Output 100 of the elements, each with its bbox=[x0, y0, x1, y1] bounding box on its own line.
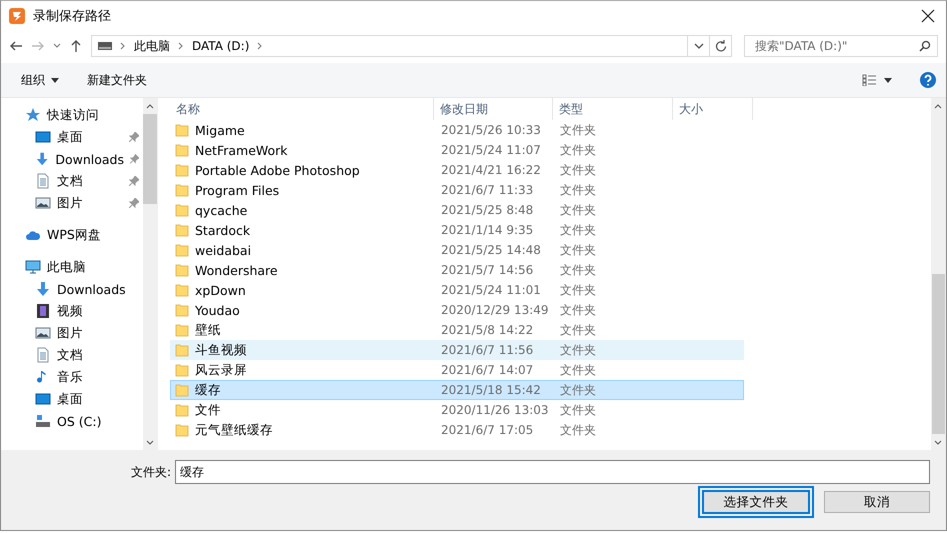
scrollbar-thumb[interactable] bbox=[932, 274, 945, 434]
file-name: 文件 bbox=[195, 402, 221, 418]
file-name: weidabai bbox=[195, 242, 252, 258]
help-icon[interactable] bbox=[920, 70, 936, 90]
file-type: 文件夹 bbox=[559, 382, 597, 398]
modified-date: 2020/11/26 13:03 bbox=[440, 403, 550, 417]
folder-icon bbox=[175, 203, 189, 217]
modified-date: 2021/5/18 15:42 bbox=[440, 383, 542, 397]
file-row[interactable]: 缓存 2021/5/18 15:42 文件夹 bbox=[170, 380, 744, 400]
sidebar-item[interactable]: 快速访问 bbox=[1, 104, 143, 126]
file-row[interactable]: NetFrameWork 2021/5/24 11:07 文件夹 bbox=[170, 140, 744, 160]
folder-icon bbox=[175, 383, 189, 397]
file-row[interactable]: 斗鱼视频 2021/6/7 11:56 文件夹 bbox=[170, 340, 744, 360]
sidebar-item[interactable]: 图片 bbox=[1, 322, 143, 344]
modified-date: 2021/6/7 14:07 bbox=[440, 363, 534, 377]
file-row[interactable]: Wondershare 2021/5/7 14:56 文件夹 bbox=[170, 260, 744, 280]
drive-icon bbox=[98, 42, 112, 50]
sidebar-item[interactable]: 文档 bbox=[1, 344, 143, 366]
scrollbar-thumb[interactable] bbox=[143, 114, 157, 204]
file-name: 斗鱼视频 bbox=[195, 342, 247, 358]
file-type: 文件夹 bbox=[559, 122, 597, 138]
computer-icon bbox=[25, 259, 41, 275]
sidebar-item[interactable]: 文档 bbox=[1, 170, 143, 192]
modified-date: 2021/6/7 11:33 bbox=[440, 183, 534, 197]
chevron-down-icon[interactable] bbox=[53, 42, 61, 50]
file-row[interactable]: Portable Adobe Photoshop 2021/4/21 16:22 文件夹 bbox=[170, 160, 744, 180]
file-row[interactable]: qycache 2021/5/25 8:48 文件夹 bbox=[170, 200, 744, 220]
monitor-icon bbox=[35, 391, 51, 407]
organize-button[interactable]: 组织 bbox=[21, 70, 59, 90]
file-name: 壁纸 bbox=[195, 322, 221, 338]
file-row[interactable]: 壁纸 2021/5/8 14:22 文件夹 bbox=[170, 320, 744, 340]
file-name: Program Files bbox=[195, 182, 280, 198]
sidebar-item[interactable]: Downloads bbox=[1, 148, 143, 170]
picture-icon bbox=[35, 325, 51, 341]
cancel-button[interactable]: 取消 bbox=[824, 491, 930, 513]
file-row[interactable]: Youdao 2020/12/29 13:49 文件夹 bbox=[170, 300, 744, 320]
modified-date: 2021/5/25 14:48 bbox=[440, 243, 542, 257]
breadcrumb[interactable]: DATA (D:) bbox=[192, 39, 250, 53]
drive-icon bbox=[35, 413, 51, 429]
modified-date: 2021/5/8 14:22 bbox=[440, 323, 534, 337]
folder-icon bbox=[175, 283, 189, 297]
search-field[interactable]: 搜索"DATA (D:)" bbox=[744, 35, 938, 57]
sidebar-item[interactable]: OS (C:) bbox=[1, 410, 143, 432]
modified-date: 2021/5/24 11:07 bbox=[440, 143, 542, 157]
sidebar-item[interactable]: WPS网盘 bbox=[1, 224, 143, 246]
file-type: 文件夹 bbox=[559, 242, 597, 258]
column-header[interactable]: 类型 bbox=[553, 98, 673, 120]
file-type: 文件夹 bbox=[559, 342, 597, 358]
folder-icon bbox=[175, 343, 189, 357]
file-name: xpDown bbox=[195, 282, 246, 298]
folder-icon bbox=[175, 263, 189, 277]
folder-icon bbox=[175, 403, 189, 417]
file-row[interactable]: Stardock 2021/1/14 9:35 文件夹 bbox=[170, 220, 744, 240]
modified-date: 2021/6/7 17:05 bbox=[440, 423, 534, 437]
file-row[interactable]: 风云录屏 2021/6/7 14:07 文件夹 bbox=[170, 360, 744, 380]
file-row[interactable]: Program Files 2021/6/7 11:33 文件夹 bbox=[170, 180, 744, 200]
column-header[interactable]: 修改日期 bbox=[434, 98, 553, 120]
caret-icon bbox=[51, 78, 59, 82]
sidebar-item[interactable]: 此电脑 bbox=[1, 256, 143, 278]
folder-icon bbox=[175, 143, 189, 157]
file-row[interactable]: Migame 2021/5/26 10:33 文件夹 bbox=[170, 120, 744, 140]
sidebar-item[interactable]: 视频 bbox=[1, 300, 143, 322]
file-name: Stardock bbox=[195, 222, 250, 238]
file-type: 文件夹 bbox=[559, 142, 597, 158]
document-icon bbox=[35, 347, 51, 363]
view-options-icon[interactable] bbox=[862, 72, 892, 88]
new-folder-button[interactable]: 新建文件夹 bbox=[87, 70, 147, 90]
file-name: Portable Adobe Photoshop bbox=[195, 162, 360, 178]
file-type: 文件夹 bbox=[559, 182, 597, 198]
file-name: Youdao bbox=[195, 302, 240, 318]
sidebar-item[interactable]: 音乐 bbox=[1, 366, 143, 388]
file-row[interactable]: weidabai 2021/5/25 14:48 文件夹 bbox=[170, 240, 744, 260]
select-folder-button[interactable]: 选择文件夹 bbox=[698, 486, 814, 518]
file-name: qycache bbox=[195, 202, 248, 218]
sidebar-item[interactable]: Downloads bbox=[1, 278, 143, 300]
breadcrumb[interactable]: 此电脑 bbox=[134, 38, 170, 54]
sidebar-item[interactable]: 桌面 bbox=[1, 388, 143, 410]
address-bar[interactable]: 此电脑 DATA (D:) bbox=[91, 35, 732, 57]
column-header[interactable]: 大小 bbox=[673, 98, 753, 120]
file-type: 文件夹 bbox=[559, 302, 597, 318]
monitor-icon bbox=[35, 129, 51, 145]
up-arrow-icon[interactable] bbox=[69, 39, 83, 53]
file-row[interactable]: 文件 2020/11/26 13:03 文件夹 bbox=[170, 400, 744, 420]
file-type: 文件夹 bbox=[559, 402, 597, 418]
folder-icon bbox=[175, 423, 189, 437]
app-logo-icon bbox=[9, 8, 25, 24]
file-name: 元气壁纸缓存 bbox=[195, 422, 273, 438]
back-arrow-icon[interactable] bbox=[9, 39, 23, 53]
folder-input[interactable]: 缓存 bbox=[175, 460, 930, 484]
sidebar-item[interactable]: 图片 bbox=[1, 192, 143, 214]
column-header[interactable]: 名称 bbox=[170, 98, 434, 120]
file-row[interactable]: xpDown 2021/5/24 11:01 文件夹 bbox=[170, 280, 744, 300]
modified-date: 2021/1/14 9:35 bbox=[440, 223, 534, 237]
file-type: 文件夹 bbox=[559, 202, 597, 218]
folder-icon bbox=[175, 123, 189, 137]
window-title: 录制保存路径 bbox=[33, 8, 112, 25]
sidebar-item[interactable]: 桌面 bbox=[1, 126, 143, 148]
star-icon bbox=[25, 107, 41, 123]
file-row[interactable]: 元气壁纸缓存 2021/6/7 17:05 文件夹 bbox=[170, 420, 744, 440]
file-name: Migame bbox=[195, 122, 245, 138]
